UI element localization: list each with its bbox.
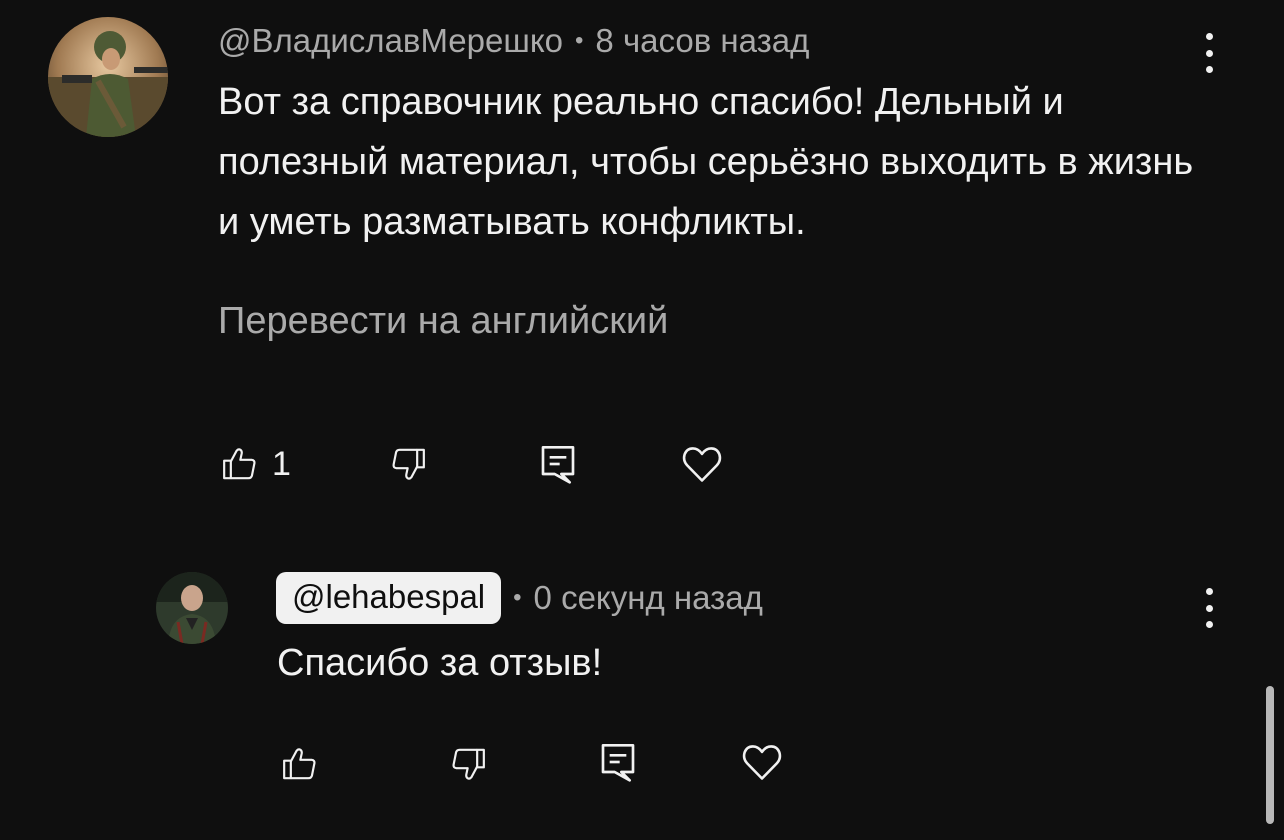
reply-avatar[interactable] bbox=[156, 572, 228, 644]
comment-icon bbox=[541, 446, 575, 484]
heart-icon bbox=[742, 745, 782, 780]
comment-timestamp[interactable]: 8 часов назад bbox=[595, 22, 809, 60]
reply-heart-button[interactable] bbox=[740, 740, 784, 784]
kebab-menu-icon bbox=[1205, 33, 1213, 40]
comment-author[interactable]: @ВладиславМерешко bbox=[218, 22, 563, 60]
thumb-down-icon bbox=[452, 748, 485, 780]
comment-more-button[interactable] bbox=[1194, 31, 1224, 75]
like-button[interactable]: 1 bbox=[220, 444, 291, 484]
reply-more-button[interactable] bbox=[1194, 586, 1224, 630]
comment-meta: @ВладиславМерешко • 8 часов назад bbox=[218, 22, 809, 60]
dislike-button[interactable] bbox=[388, 444, 428, 484]
thumb-down-icon bbox=[392, 448, 425, 480]
reply-timestamp[interactable]: 0 секунд назад bbox=[534, 579, 763, 617]
thumb-up-icon bbox=[223, 448, 256, 480]
reply-button[interactable] bbox=[538, 442, 578, 486]
reply-body: Спасибо за отзыв! bbox=[277, 642, 603, 684]
kebab-menu-icon bbox=[1205, 588, 1213, 595]
reply-author[interactable]: @lehabespal bbox=[276, 572, 502, 624]
like-count: 1 bbox=[272, 444, 291, 483]
comment-body: Вот за справочник реально спасибо! Дельн… bbox=[218, 81, 1194, 243]
commenter-avatar[interactable] bbox=[48, 17, 168, 137]
comments-panel: @ВладиславМерешко • 8 часов назад Вот за… bbox=[0, 0, 1284, 840]
reply-meta: @lehabespal • 0 секунд назад bbox=[276, 572, 763, 624]
reply-reply-button[interactable] bbox=[598, 740, 638, 784]
meta-separator: • bbox=[513, 584, 522, 611]
heart-button[interactable] bbox=[680, 442, 724, 486]
comment-icon bbox=[601, 744, 635, 782]
heart-icon bbox=[682, 447, 722, 482]
scrollbar-thumb[interactable] bbox=[1266, 686, 1274, 824]
reply-like-button[interactable] bbox=[280, 744, 320, 784]
translate-button[interactable]: Перевести на английский bbox=[218, 300, 668, 343]
meta-separator: • bbox=[575, 27, 584, 54]
reply-dislike-button[interactable] bbox=[448, 744, 488, 784]
thumb-up-icon bbox=[283, 748, 316, 780]
